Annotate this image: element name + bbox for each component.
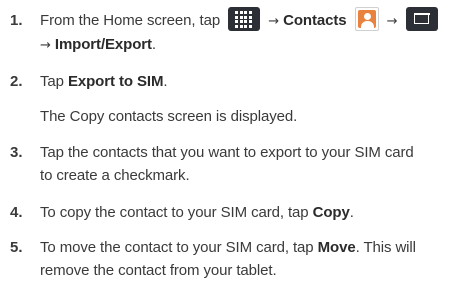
step-4-line-1: To copy the contact to your SIM card, ta…	[40, 204, 354, 222]
menu-icon	[405, 7, 438, 32]
step-1-line-1: From the Home screen, tap → Contacts →	[40, 7, 438, 35]
step-number: 1.	[10, 12, 23, 29]
step-4-suffix: .	[349, 204, 354, 221]
step-2-note: The Copy contacts screen is displayed.	[40, 108, 298, 125]
move-label: Move	[317, 239, 356, 256]
arrow-icon: →	[268, 14, 280, 29]
step-5-line-1: To move the contact to your SIM card, ta…	[40, 239, 416, 257]
export-to-sim-label: Export to SIM	[67, 73, 164, 90]
step-number: 5.	[10, 239, 23, 256]
apps-grid-icon	[228, 7, 261, 32]
step-5-suffix: . This will	[355, 239, 416, 256]
step-2-suffix: .	[163, 73, 168, 90]
step-1-line-2: → Import/Export.	[40, 36, 156, 55]
step-2-line-1: Tap Export to SIM.	[40, 73, 168, 91]
import-export-label: Import/Export	[54, 36, 152, 53]
instruction-page: 1. From the Home screen, tap → Contacts …	[0, 0, 465, 307]
step-number: 4.	[10, 204, 23, 221]
step-2-prefix: Tap	[40, 73, 64, 90]
step-1-prefix: From the Home screen, tap	[40, 12, 221, 29]
contacts-app-icon	[354, 7, 379, 32]
step-number: 2.	[10, 73, 23, 90]
step-5-prefix: To move the contact to your SIM card, ta…	[40, 239, 314, 256]
step-3-line-2: to create a checkmark.	[40, 167, 190, 184]
arrow-icon: →	[40, 38, 51, 53]
step-number: 3.	[10, 144, 23, 161]
contacts-label: Contacts	[283, 12, 347, 29]
step-1-suffix: .	[151, 36, 156, 53]
step-3-line-1: Tap the contacts that you want to export…	[40, 144, 414, 161]
step-5-line-2: remove the contact from your tablet.	[40, 262, 277, 279]
arrow-icon: →	[386, 14, 398, 29]
copy-label: Copy	[312, 204, 350, 221]
step-4-prefix: To copy the contact to your SIM card, ta…	[40, 204, 309, 221]
